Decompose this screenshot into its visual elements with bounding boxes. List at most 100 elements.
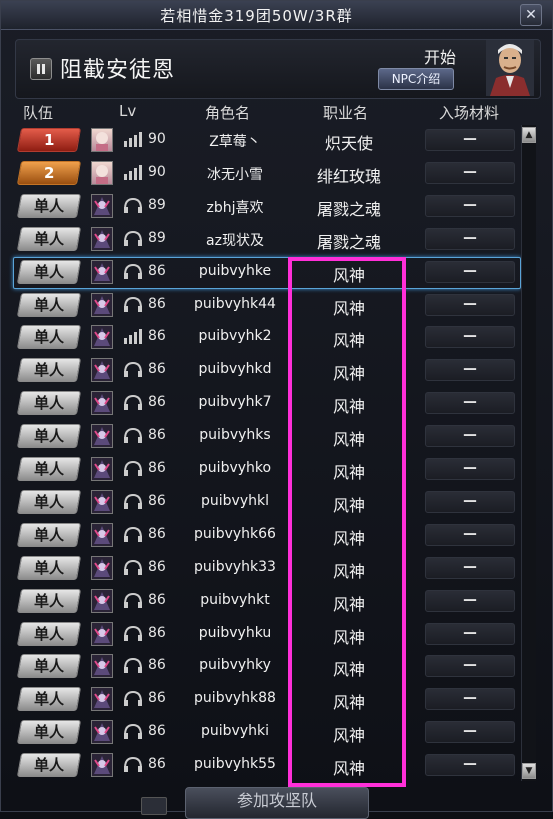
team-label: 单人 xyxy=(33,460,64,478)
character-avatar-icon xyxy=(91,621,113,646)
team-label: 单人 xyxy=(33,525,64,544)
character-avatar-icon xyxy=(91,687,113,712)
table-row[interactable]: 2 90 冰无小雪 绯红玫瑰 － xyxy=(15,158,519,188)
col-material[interactable]: 入场材料 xyxy=(439,102,499,123)
team-badge: 单人 xyxy=(16,489,82,514)
selected-row-outline xyxy=(13,256,521,289)
table-row[interactable]: 单人 89 az现状及 屠戮之魂 － xyxy=(15,224,519,254)
npc-intro-button[interactable]: NPC介绍 xyxy=(378,68,454,90)
level-value: 86 xyxy=(148,492,166,509)
job-name: 绯红玫瑰 xyxy=(316,166,381,186)
table-row[interactable]: 1 90 Z草莓丶 炽天使 － xyxy=(15,125,519,155)
character-avatar-icon xyxy=(91,555,113,580)
table-row[interactable]: 单人 86 puibvyhk44 风神 － xyxy=(15,290,519,320)
headset-icon xyxy=(122,197,144,215)
scroll-down-icon[interactable]: ▼ xyxy=(522,763,536,779)
character-avatar-icon xyxy=(91,588,113,613)
table-row[interactable]: 单人 86 puibvyhk66 风神 － xyxy=(15,520,519,550)
title-bar[interactable]: 若相惜金319团50W/3R群 ✕ xyxy=(1,1,552,30)
col-name[interactable]: 角色名 xyxy=(205,102,250,123)
scroll-up-icon[interactable]: ▲ xyxy=(522,127,536,143)
table-row[interactable]: 单人 86 puibvyhku 风神 － xyxy=(15,619,519,649)
level-value: 86 xyxy=(148,591,166,608)
headset-icon xyxy=(122,427,144,445)
character-name: zbhj喜欢 xyxy=(206,199,264,216)
level-value: 89 xyxy=(148,196,166,213)
pause-icon[interactable] xyxy=(30,58,52,80)
character-avatar-icon xyxy=(91,654,113,679)
table-row[interactable]: 单人 86 puibvyhky 风神 － xyxy=(15,651,519,681)
scrollbar[interactable]: ▲ ▼ xyxy=(521,125,536,781)
entry-material: － xyxy=(425,754,515,777)
table-row[interactable]: 单人 86 puibvyhk2 风神 － xyxy=(15,322,519,352)
entry-material: － xyxy=(425,227,515,250)
entry-material: － xyxy=(425,194,515,217)
character-avatar-icon xyxy=(91,226,113,251)
table-row[interactable]: 单人 86 puibvyhk88 风神 － xyxy=(15,684,519,714)
job-name: 风神 xyxy=(332,561,365,581)
table-row[interactable]: 单人 86 puibvyhko 风神 － xyxy=(15,454,519,484)
headset-icon xyxy=(122,460,144,478)
headset-icon xyxy=(122,493,144,511)
table-row[interactable]: 单人 86 puibvyhk7 风神 － xyxy=(15,388,519,418)
job-name: 风神 xyxy=(332,660,365,680)
table-row[interactable]: 单人 86 puibvyhke 风神－ xyxy=(13,256,521,289)
character-avatar-icon xyxy=(91,720,113,745)
table-row[interactable]: 单人 86 puibvyhks 风神 － xyxy=(15,421,519,451)
job-name: 风神 xyxy=(332,627,365,647)
character-name: puibvyhku xyxy=(198,624,272,641)
entry-material: － xyxy=(425,490,515,513)
table-row[interactable]: 单人 86 puibvyhk55 风神 － xyxy=(15,750,519,780)
table-row[interactable]: 单人 86 puibvyhkt 风神 － xyxy=(15,586,519,616)
entry-material: － xyxy=(425,392,515,415)
team-badge: 单人 xyxy=(16,588,82,613)
character-name: Z草莓丶 xyxy=(209,134,261,150)
level-value: 86 xyxy=(148,756,166,773)
character-avatar-icon xyxy=(91,457,113,481)
character-avatar-icon xyxy=(91,128,113,152)
team-badge: 单人 xyxy=(16,292,82,317)
job-name: 风神 xyxy=(332,364,365,384)
level-value: 86 xyxy=(148,460,166,476)
headset-icon xyxy=(122,657,144,675)
col-lv[interactable]: Lv xyxy=(119,102,136,120)
join-raid-button[interactable]: 参加攻坚队 xyxy=(185,787,369,819)
team-badge: 单人 xyxy=(16,555,82,580)
team-label: 单人 xyxy=(33,427,64,446)
character-name: puibvyhk33 xyxy=(194,558,276,575)
team-label: 单人 xyxy=(33,361,64,380)
start-label[interactable]: 开始 xyxy=(424,44,456,68)
character-avatar-icon xyxy=(91,753,113,778)
team-badge: 单人 xyxy=(16,654,82,679)
table-row[interactable]: 单人 86 puibvyhkd 风神 － xyxy=(15,355,519,385)
table-row[interactable]: 单人 89 zbhj喜欢 屠戮之魂 － xyxy=(15,191,519,221)
entry-material: － xyxy=(425,326,515,349)
table-row[interactable]: 单人 86 puibvyhkl 风神 － xyxy=(15,487,519,517)
team-badge: 2 xyxy=(16,160,82,185)
headset-icon xyxy=(122,296,144,314)
column-headers: 队伍 Lv 角色名 职业名 入场材料 xyxy=(15,99,525,123)
team-label: 单人 xyxy=(33,756,64,775)
team-badge: 单人 xyxy=(16,720,82,745)
chat-icon[interactable] xyxy=(141,797,167,815)
character-name: puibvyhk2 xyxy=(198,328,272,345)
team-label: 单人 xyxy=(33,657,64,676)
table-row[interactable]: 单人 86 puibvyhk33 风神 － xyxy=(15,553,519,583)
col-team[interactable]: 队伍 xyxy=(23,102,53,123)
headset-icon xyxy=(122,230,144,248)
table-row[interactable]: 单人 86 puibvyhki 风神 － xyxy=(15,717,519,747)
character-name: puibvyhkl xyxy=(201,492,269,509)
character-name: puibvyhkd xyxy=(198,361,272,378)
npc-portrait-icon[interactable] xyxy=(486,40,534,96)
team-label: 单人 xyxy=(33,624,64,643)
character-avatar-icon xyxy=(91,489,113,514)
close-icon[interactable]: ✕ xyxy=(520,4,542,26)
dungeon-name: 阻截安徒恩 xyxy=(60,58,176,83)
level-value: 86 xyxy=(148,657,166,674)
character-name: puibvyhk88 xyxy=(194,690,276,707)
level-value: 90 xyxy=(148,163,166,180)
level-value: 86 xyxy=(148,427,166,444)
col-job[interactable]: 职业名 xyxy=(323,102,368,123)
dungeon-header: 阻截安徒恩 开始 NPC介绍 xyxy=(15,39,541,99)
team-label: 单人 xyxy=(33,295,64,314)
